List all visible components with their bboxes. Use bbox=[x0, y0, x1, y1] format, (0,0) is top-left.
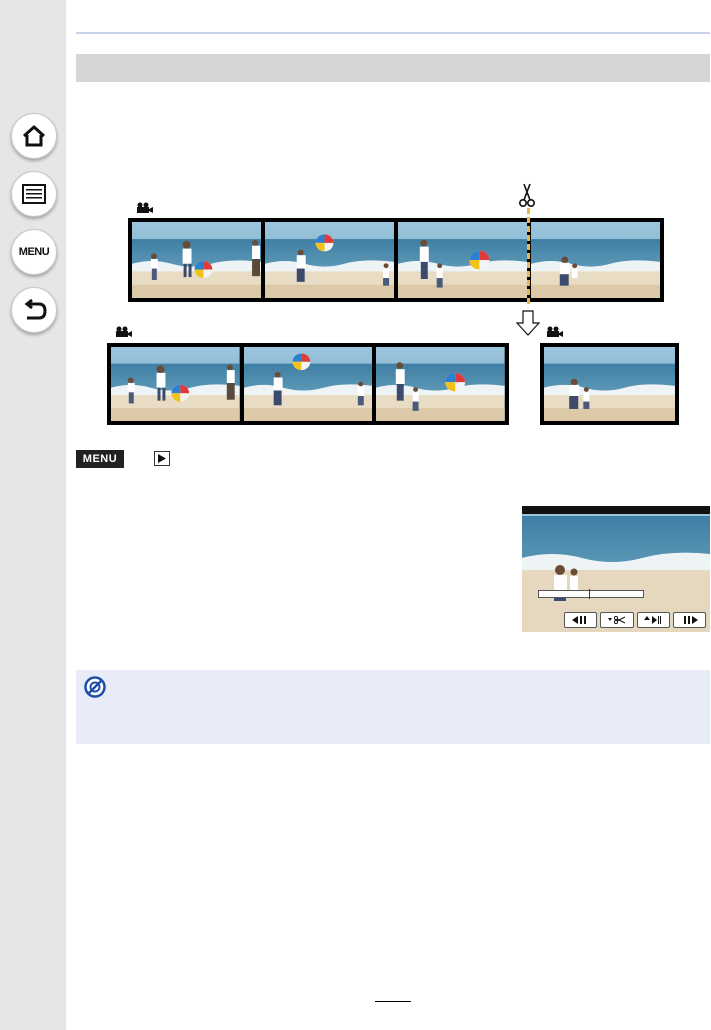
movie-camera-icon bbox=[547, 326, 563, 337]
frame-3 bbox=[376, 347, 506, 421]
play-pause-icon[interactable] bbox=[636, 612, 670, 628]
return-arrow-icon bbox=[24, 299, 47, 320]
cut-point-line bbox=[527, 208, 530, 304]
scissors-icon bbox=[519, 183, 535, 207]
menu-button[interactable]: MENU bbox=[11, 229, 57, 275]
sidebar: MENU bbox=[0, 0, 66, 1030]
edit-controls bbox=[564, 612, 706, 628]
contents-button[interactable] bbox=[11, 171, 57, 217]
arrow-right-icon bbox=[137, 454, 147, 464]
header-rule bbox=[76, 32, 710, 34]
original-movie-strip bbox=[128, 218, 664, 302]
movie-camera-icon bbox=[137, 202, 153, 213]
frame-1 bbox=[132, 222, 261, 298]
no-entry-icon bbox=[84, 676, 106, 698]
step-back-icon[interactable] bbox=[564, 612, 598, 628]
page-number-underline bbox=[375, 1001, 411, 1002]
note-box bbox=[76, 670, 710, 744]
frame-4 bbox=[544, 347, 675, 421]
movie-camera-icon bbox=[116, 326, 132, 337]
frame-4 bbox=[531, 222, 660, 298]
progress-bar bbox=[538, 589, 644, 599]
first-part-strip bbox=[107, 343, 509, 425]
playback-icon bbox=[154, 451, 170, 466]
frame-3 bbox=[398, 222, 527, 298]
frame-2 bbox=[243, 347, 373, 421]
section-title-bar bbox=[76, 54, 710, 82]
home-icon bbox=[22, 125, 46, 147]
camera-preview-screen bbox=[522, 506, 710, 632]
frame-1 bbox=[111, 347, 240, 421]
step-forward-icon[interactable] bbox=[672, 612, 706, 628]
frame-2 bbox=[265, 222, 394, 298]
home-button[interactable] bbox=[11, 113, 57, 159]
cut-icon[interactable] bbox=[600, 612, 634, 628]
list-icon bbox=[22, 184, 46, 204]
back-button[interactable] bbox=[11, 287, 57, 333]
menu-text-icon: MENU bbox=[18, 246, 50, 258]
menu-badge: MENU bbox=[76, 450, 124, 468]
second-part-strip bbox=[540, 343, 679, 425]
down-arrow-icon bbox=[516, 310, 540, 336]
